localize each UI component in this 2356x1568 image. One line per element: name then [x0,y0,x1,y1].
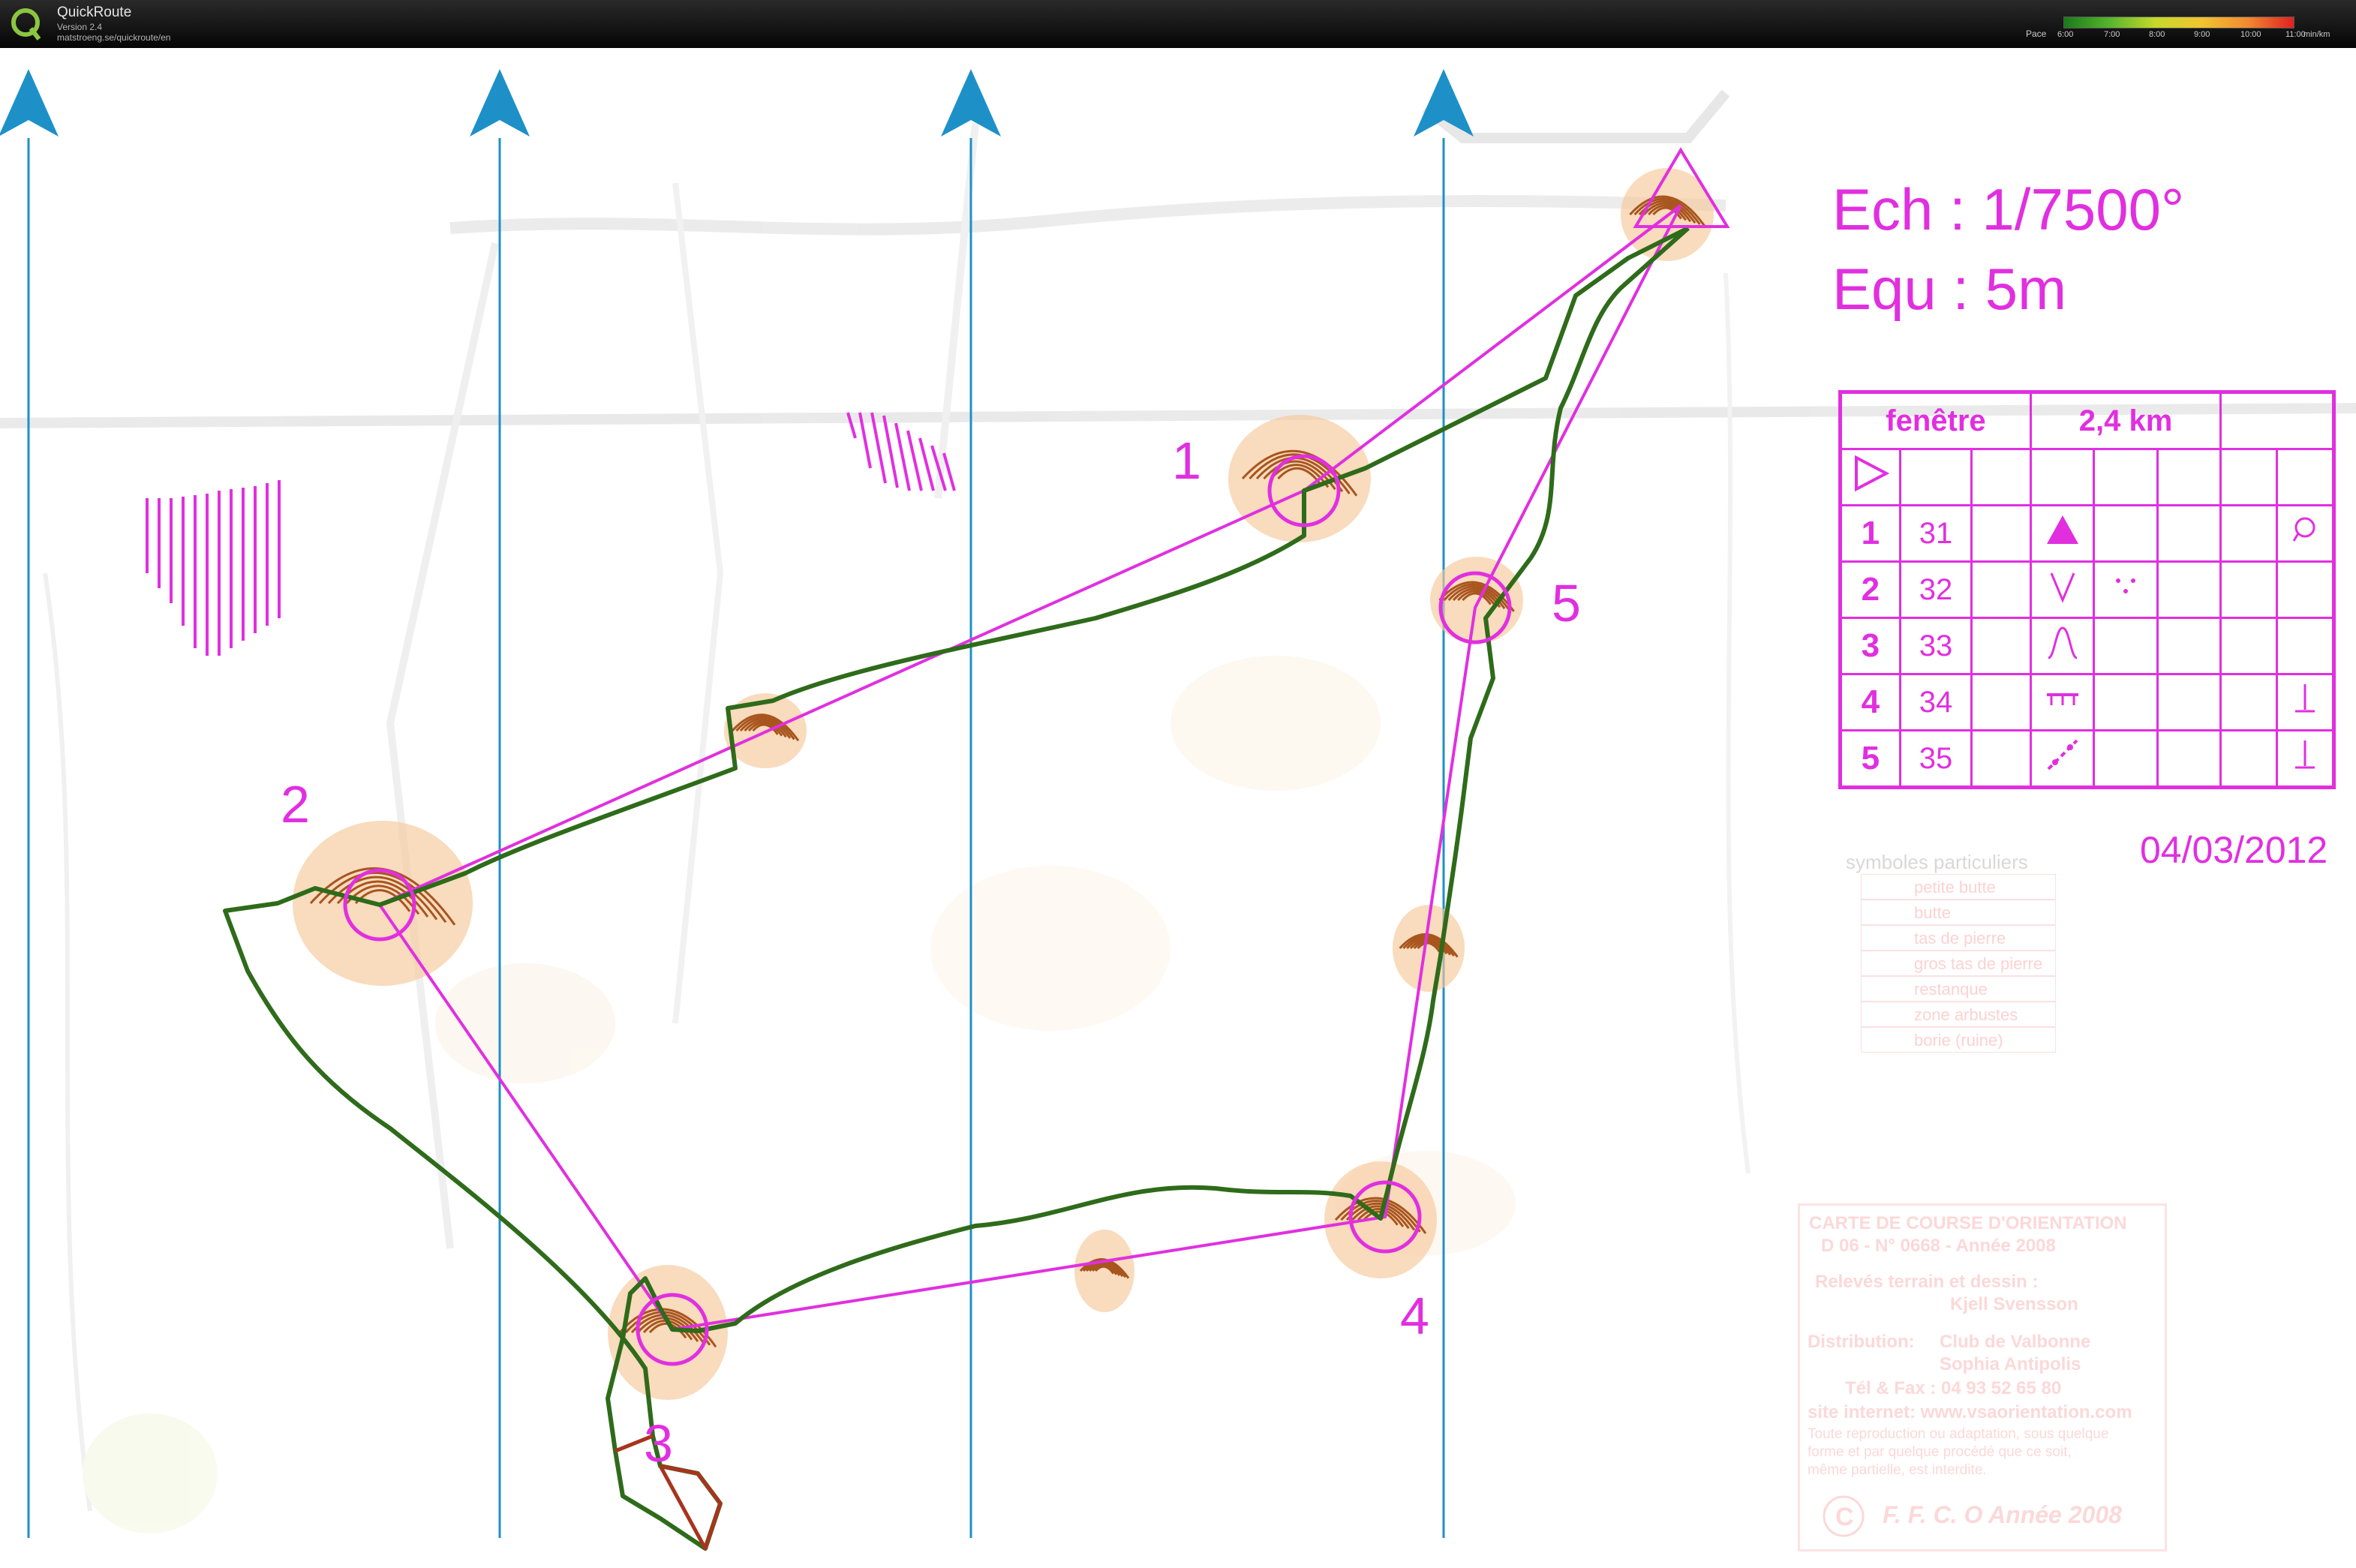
map-equidistance: Equ : 5m [1832,256,2067,322]
pace-gradient-bar [2063,17,2294,29]
terrace-wall-icon [2046,693,2078,705]
control-3-label: 3 [644,1414,673,1473]
pace-tick: 8:00 [2149,30,2165,39]
empty-cell [2219,391,2335,450]
pace-tick: 10:00 [2240,30,2261,39]
credits-line: F. F. C. O Année 2008 [1883,1501,2122,1528]
credits-line: même partielle, est interdite. [1808,1462,1987,1478]
credits-line: CARTE DE COURSE D'ORIENTATION [1809,1213,2127,1233]
credits-line: forme et par quelque procédé que ce soit… [1808,1444,2072,1460]
control-2-label: 2 [281,775,310,834]
pace-legend: Pace 6:00 7:00 8:00 9:00 10:00 11:00 min… [2026,12,2341,45]
credits-line: site internet: www.vsaorientation.com [1808,1402,2132,1422]
forbidden-area-hatch [146,412,956,656]
ruined-wall-icon [2047,739,2078,770]
knoll-outline-icon [2047,626,2078,659]
legend-item: butte [1861,900,2056,925]
wall-symbol-cell [2029,673,2096,731]
legend-item: tas de pierre [1861,925,2056,951]
rocky-symbol-cell [2093,560,2159,619]
pace-tick: 9:00 [2194,30,2210,39]
control-code: 33 [1898,617,1973,675]
app-version: Version 2.4 [57,22,103,32]
foot-of-wall-icon [2295,684,2315,713]
depression-v-icon [2050,572,2075,603]
legend-item: gros tas de pierre [1861,951,2056,976]
legend-item: restanque [1861,976,2056,1002]
map-canvas[interactable]: 1 2 3 4 5 Ech : 1/7500° Equ : 5m fenêtre… [0,48,2356,1568]
special-symbols-legend: symboles particuliers petite butte butte… [1846,851,2071,1053]
control-number: 3 [1839,617,1901,675]
credits-line: D 06 - N° 0668 - Année 2008 [1821,1236,2056,1256]
app-url: matstroeng.se/quickroute/en [57,32,171,43]
north-arrow-icon [470,69,530,137]
control-code: 31 [1898,504,1973,563]
hill-symbol-cell [2029,504,2096,563]
foot-position-icon [2292,517,2315,542]
depression-symbol-cell [2029,560,2096,619]
foot-symbol-cell [2276,729,2335,789]
credits-line: Sophia Antipolis [1940,1354,2081,1374]
pace-tick: 7:00 [2104,30,2120,39]
credits-line: Kjell Svensson [1950,1294,2078,1314]
control-4-label: 4 [1400,1287,1429,1345]
course-date: 04/03/2012 [2140,829,2328,871]
title-bar: QuickRoute Version 2.4 matstroeng.se/qui… [0,0,2356,48]
pace-tick: 6:00 [2057,30,2074,39]
copyright-icon: C [1823,1495,1865,1537]
credits-line: Relevés terrain et dessin : [1815,1272,2039,1292]
control-1-label: 1 [1172,431,1201,490]
course-line [377,204,1682,1332]
north-lines [0,69,1474,1538]
control-number: 4 [1839,673,1901,731]
ruined-wall-symbol-cell [2029,729,2096,789]
app-name: QuickRoute [57,5,132,20]
north-arrow-icon [0,69,59,137]
north-arrow-icon [941,69,1001,137]
credits-line: Toute reproduction ou adaptation, sous q… [1808,1426,2109,1442]
pace-label: Pace [2026,29,2047,39]
foot-symbol-cell [2276,673,2335,731]
control-code: 34 [1898,673,1973,731]
credits-line: Distribution: [1808,1332,1915,1352]
spur-symbol-cell [2029,617,2096,675]
start-symbol-cell [1839,448,1901,506]
legend-item: zone arbustes [1861,1002,2056,1027]
map-credits: CARTE DE COURSE D'ORIENTATION D 06 - N° … [1798,1203,2167,1551]
control-number: 5 [1839,729,1901,789]
control-description-table: fenêtre 2,4 km 1 31 2 32 3 33 4 34 5 35 [1838,390,2336,789]
course-name: fenêtre [1839,391,2032,450]
svg-text:C: C [1835,1503,1854,1531]
legend-item: borie (ruine) [1861,1027,2056,1053]
credits-line: Tél & Fax : 04 93 52 65 80 [1845,1378,2062,1398]
foot-of-wall-icon [2295,740,2315,769]
control-code: 32 [1898,560,1973,619]
quickroute-logo-icon [11,8,41,41]
control-number: 1 [1839,504,1901,563]
control-code: 35 [1898,729,1973,789]
knoll-solid-icon [2046,515,2078,544]
control-number: 2 [1839,560,1901,619]
credits-line: Club de Valbonne [1940,1332,2091,1352]
position-symbol-cell [2276,504,2335,563]
legend-item: petite butte [1861,874,2056,900]
course-length: 2,4 km [2030,391,2222,450]
stony-dots-icon [2115,578,2135,593]
pace-tick: 11:00 [2285,30,2306,39]
special-symbols-title: symboles particuliers [1846,851,2028,873]
control-5-label: 5 [1552,574,1581,632]
pace-unit: min/km [2303,30,2330,39]
map-scale: Ech : 1/7500° [1832,176,2185,242]
start-triangle-icon [1854,455,1890,492]
